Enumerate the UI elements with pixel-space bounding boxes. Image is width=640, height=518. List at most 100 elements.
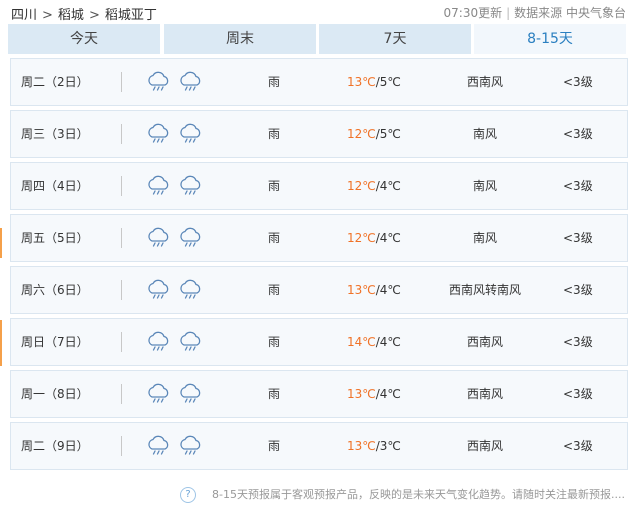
rain-cloud-icon [145, 122, 173, 146]
forecast-row: 周二（2日） 雨 13℃/5℃ 西南风 <3级 [10, 58, 628, 106]
high-temp: 12℃ [347, 127, 376, 141]
wind-direction: 南风 [472, 231, 497, 245]
rain-cloud-icon [145, 226, 173, 250]
forecast-day: 周三（3日） [21, 127, 89, 141]
wind-direction: 西南风 [466, 75, 503, 89]
rain-cloud-icon [177, 70, 205, 94]
rain-cloud-icon [145, 330, 173, 354]
low-temp: /5℃ [375, 127, 401, 141]
wind-direction: 西南风转南风 [448, 283, 521, 297]
forecast-row: 周六（6日） 雨 13℃/4℃ 西南风转南风 <3级 [10, 266, 628, 314]
left-edge-marker [0, 320, 2, 366]
weather-condition: 雨 [268, 335, 281, 349]
high-temp: 14℃ [347, 335, 376, 349]
wind-level: <3级 [563, 75, 593, 89]
low-temp: /4℃ [375, 335, 401, 349]
temperature: 13℃/5℃ [347, 59, 401, 105]
weather-condition: 雨 [268, 231, 281, 245]
rain-cloud-icon [177, 382, 205, 406]
temperature: 12℃/5℃ [347, 111, 401, 157]
rain-cloud-icon [177, 174, 205, 198]
forecast-day: 周四（4日） [21, 179, 89, 193]
temperature: 12℃/4℃ [347, 163, 401, 209]
forecast-row: 周五（5日） 雨 12℃/4℃ 南风 <3级 [10, 214, 628, 262]
row-divider [121, 72, 122, 92]
breadcrumb-separator: > [42, 8, 53, 23]
wind-level: <3级 [563, 127, 593, 141]
high-temp: 13℃ [347, 75, 376, 89]
weather-icons [145, 382, 209, 406]
high-temp: 13℃ [347, 283, 376, 297]
row-divider [121, 332, 122, 352]
wind-direction: 西南风 [466, 439, 503, 453]
rain-cloud-icon [177, 122, 205, 146]
high-temp: 12℃ [347, 231, 376, 245]
high-temp: 13℃ [347, 439, 376, 453]
breadcrumb-separator: > [88, 8, 100, 23]
rain-cloud-icon [145, 174, 173, 198]
temperature: 13℃/4℃ [347, 371, 401, 417]
weather-icons [145, 434, 209, 458]
weather-condition: 雨 [268, 179, 281, 193]
low-temp: /4℃ [375, 179, 401, 193]
temperature: 13℃/4℃ [347, 267, 401, 313]
rain-cloud-icon [177, 434, 205, 458]
breadcrumb-province[interactable]: 四川 [11, 4, 37, 23]
temperature: 13℃/3℃ [347, 423, 401, 469]
low-temp: /4℃ [375, 387, 401, 401]
low-temp: /3℃ [375, 439, 401, 453]
weather-condition: 雨 [268, 439, 281, 453]
rain-cloud-icon [177, 278, 205, 302]
low-temp: /5℃ [375, 75, 401, 89]
wind-direction: 西南风 [466, 387, 503, 401]
forecast-day: 周二（2日） [21, 75, 89, 89]
help-icon[interactable]: ? [180, 487, 196, 503]
row-divider [121, 228, 122, 248]
breadcrumb: 四川 > 稻城 > 稻城亚丁 [11, 4, 157, 23]
rain-cloud-icon [145, 70, 173, 94]
forecast-day: 周六（6日） [21, 283, 89, 297]
weather-condition: 雨 [268, 283, 281, 297]
row-divider [121, 176, 122, 196]
weather-icons [145, 174, 209, 198]
tab-today[interactable]: 今天 [8, 24, 160, 54]
forecast-day: 周二（9日） [21, 439, 89, 453]
row-divider [121, 436, 122, 456]
temperature: 12℃/4℃ [347, 215, 401, 261]
tab-8-15-days[interactable]: 8-15天 [474, 24, 626, 54]
temperature: 14℃/4℃ [347, 319, 401, 365]
low-temp: /4℃ [375, 283, 401, 297]
row-divider [121, 384, 122, 404]
rain-cloud-icon [145, 382, 173, 406]
meta-divider: | [506, 6, 511, 20]
rain-cloud-icon [177, 226, 205, 250]
wind-level: <3级 [563, 231, 593, 245]
weather-icons [145, 70, 209, 94]
rain-cloud-icon [177, 330, 205, 354]
rain-cloud-icon [145, 434, 173, 458]
forecast-day: 周一（8日） [21, 387, 89, 401]
update-time: 07:30更新 [443, 6, 503, 20]
high-temp: 13℃ [347, 387, 376, 401]
update-meta: 07:30更新 | 数据来源 中央气象台 [444, 4, 626, 21]
forecast-row: 周日（7日） 雨 14℃/4℃ 西南风 <3级 [10, 318, 628, 366]
row-divider [121, 280, 122, 300]
weather-condition: 雨 [268, 127, 281, 141]
footer-note: ? 8-15天预报属于客观预报产品，反映的是未来天气变化趋势。请随时关注最新预报.… [180, 486, 630, 506]
wind-level: <3级 [563, 283, 593, 297]
breadcrumb-county[interactable]: 稻城 [58, 4, 84, 23]
tab-weekend[interactable]: 周末 [164, 24, 316, 54]
left-edge-marker [0, 228, 2, 258]
wind-direction: 西南风 [466, 335, 503, 349]
wind-level: <3级 [563, 335, 593, 349]
weather-icons [145, 330, 209, 354]
weather-condition: 雨 [268, 75, 281, 89]
footer-text: 8-15天预报属于客观预报产品，反映的是未来天气变化趋势。请随时关注最新预报..… [212, 488, 625, 501]
rain-cloud-icon [145, 278, 173, 302]
forecast-day: 周五（5日） [21, 231, 89, 245]
high-temp: 12℃ [347, 179, 376, 193]
wind-level: <3级 [563, 387, 593, 401]
wind-direction: 南风 [472, 179, 497, 193]
tab-7-days[interactable]: 7天 [319, 24, 471, 54]
wind-level: <3级 [563, 179, 593, 193]
